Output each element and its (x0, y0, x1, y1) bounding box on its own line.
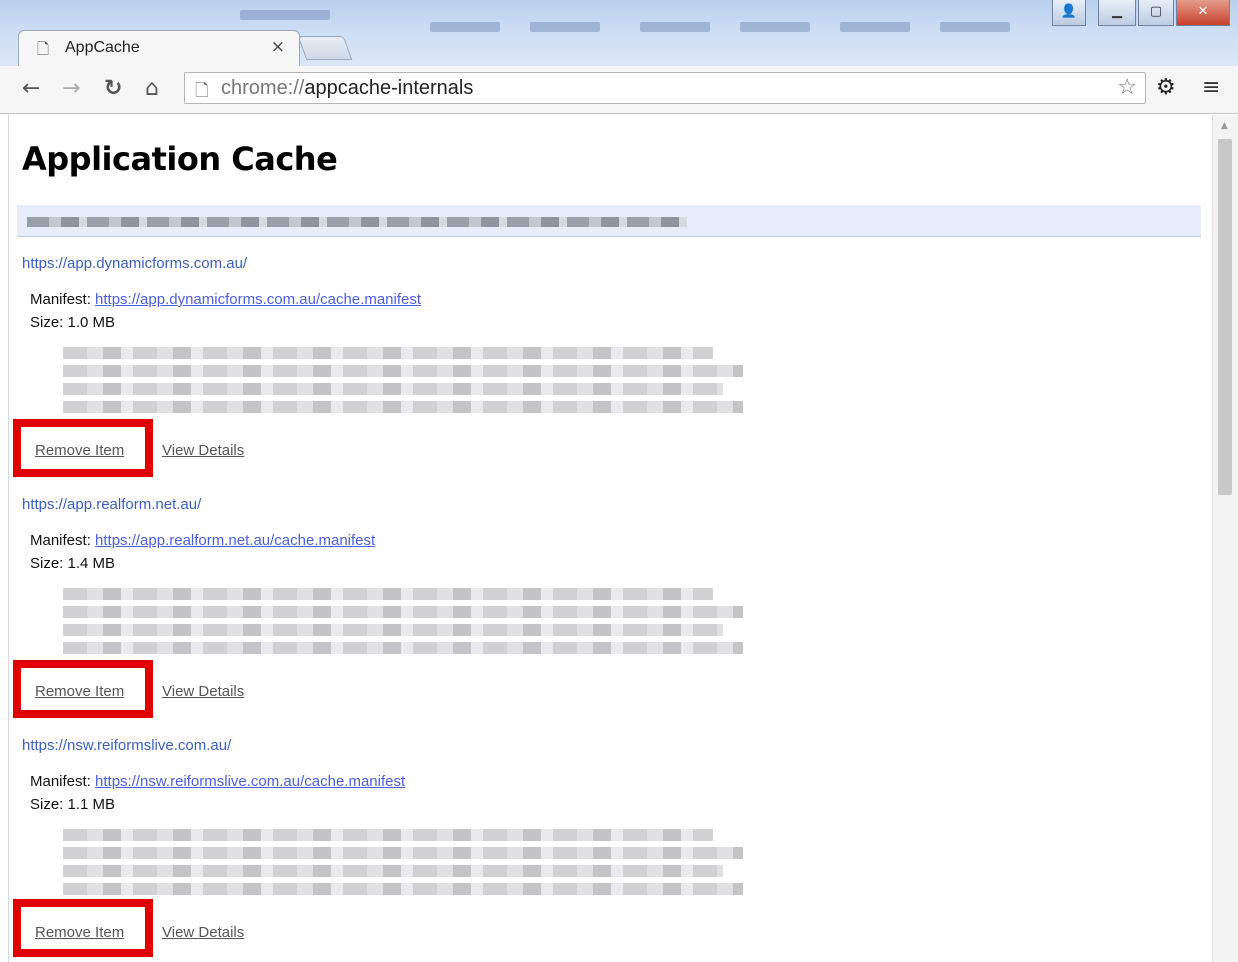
maximize-button[interactable]: ▢ (1138, 0, 1174, 26)
scroll-up-arrow-icon[interactable]: ▲ (1221, 121, 1228, 131)
back-arrow-icon[interactable]: ← (22, 76, 40, 101)
manifest-link[interactable]: https://app.dynamicforms.com.au/cache.ma… (95, 291, 421, 308)
close-window-button[interactable]: ✕ (1176, 0, 1230, 26)
manifest-link[interactable]: https://nsw.reiformslive.com.au/cache.ma… (95, 773, 405, 790)
blurred-bookmark (940, 22, 1010, 32)
manifest-line: Manifest: https://app.realform.net.au/ca… (30, 532, 376, 549)
manifest-line: Manifest: https://nsw.reiformslive.com.a… (30, 773, 406, 790)
blurred-bookmark (530, 22, 600, 32)
tab-title: AppCache (65, 39, 140, 56)
remove-item-link[interactable]: Remove Item (35, 683, 124, 700)
blurred-bookmark (240, 10, 330, 20)
blurred-details (63, 586, 743, 658)
page-title: Application Cache (22, 140, 338, 178)
minimize-button[interactable]: ▁ (1098, 0, 1136, 26)
scroll-thumb[interactable] (1218, 139, 1232, 495)
remove-item-link[interactable]: Remove Item (35, 442, 124, 459)
entry-origin: https://app.dynamicforms.com.au/ (22, 255, 248, 272)
vertical-scrollbar[interactable]: ▲ (1212, 115, 1238, 962)
view-details-link[interactable]: View Details (162, 924, 244, 941)
close-icon[interactable]: × (271, 37, 285, 57)
entry-origin: https://nsw.reiformslive.com.au/ (22, 737, 232, 754)
entry-origin: https://app.realform.net.au/ (22, 496, 202, 513)
size-text: Size: 1.0 MB (30, 314, 116, 331)
url-text: chrome://appcache-internals (221, 77, 474, 99)
blurred-bookmark (430, 22, 500, 32)
blurred-header (17, 205, 1201, 237)
page-content: Application Cache https://app.dynamicfor… (8, 115, 1212, 962)
menu-icon[interactable]: ≡ (1202, 75, 1220, 100)
new-tab-button[interactable] (297, 36, 353, 60)
reload-icon[interactable]: ↻ (104, 76, 122, 101)
blurred-bookmark (640, 22, 710, 32)
title-bar: 🗋 AppCache × 👤 ▁ ▢ ✕ (0, 0, 1238, 68)
page-icon: 🗋 (37, 40, 50, 58)
size-text: Size: 1.4 MB (30, 555, 116, 572)
blurred-bookmark (840, 22, 910, 32)
blurred-details (63, 345, 743, 417)
home-icon[interactable]: ⌂ (145, 76, 159, 101)
star-icon[interactable]: ☆ (1117, 75, 1137, 100)
remove-item-link[interactable]: Remove Item (35, 924, 124, 941)
blurred-bookmark (740, 22, 810, 32)
gear-icon[interactable]: ⚙ (1156, 75, 1176, 100)
page-icon: 🗋 (195, 81, 209, 101)
view-details-link[interactable]: View Details (162, 442, 244, 459)
toolbar: ← → ↻ ⌂ 🗋 chrome://appcache-internals ☆ … (0, 66, 1238, 114)
blurred-details (63, 827, 743, 899)
manifest-line: Manifest: https://app.dynamicforms.com.a… (30, 291, 422, 308)
blurred-text (27, 217, 687, 227)
forward-arrow-icon[interactable]: → (62, 76, 80, 101)
profile-icon[interactable]: 👤 (1052, 0, 1086, 26)
address-bar[interactable]: 🗋 chrome://appcache-internals ☆ (184, 72, 1146, 104)
size-text: Size: 1.1 MB (30, 796, 116, 813)
manifest-link[interactable]: https://app.realform.net.au/cache.manife… (95, 532, 375, 549)
tab-appcache[interactable]: 🗋 AppCache × (18, 30, 300, 66)
view-details-link[interactable]: View Details (162, 683, 244, 700)
